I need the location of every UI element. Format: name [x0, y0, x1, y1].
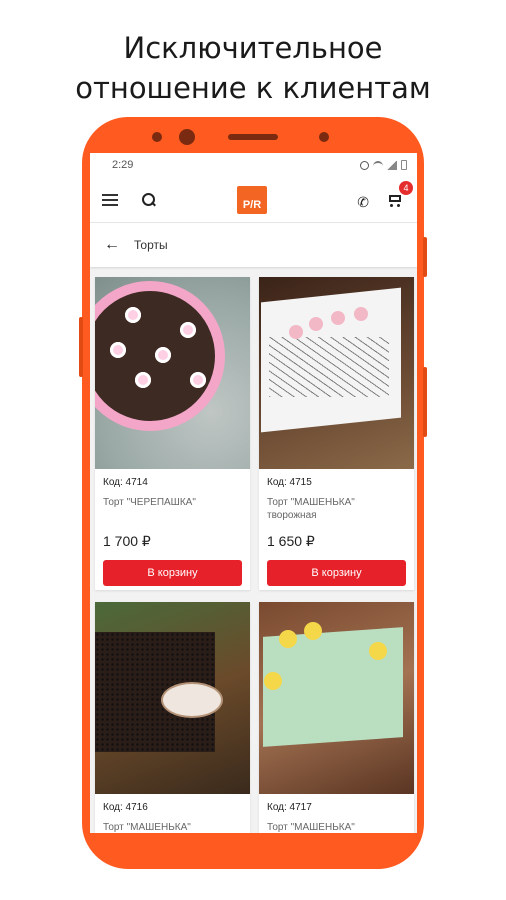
alarm-icon [360, 160, 369, 170]
phone-top-bezel [82, 117, 424, 157]
phone-side-button-right [423, 367, 427, 437]
product-card[interactable]: Код: 4715 Торт "МАШЕНЬКА" творожная 1 65… [259, 277, 414, 590]
phone-side-button-right-top [423, 237, 427, 277]
product-code: Код: 4714 [103, 477, 148, 488]
product-card[interactable]: Код: 4716 Торт "МАШЕНЬКА" [95, 602, 250, 833]
wifi-icon [373, 161, 383, 169]
signal-icon [387, 160, 397, 170]
app-screen: 2:29 P/R ✆ 4 ← Торты Код: 4714 Торт "ЧЕР… [90, 153, 417, 833]
product-name[interactable]: Торт "МАШЕНЬКА" творожная [267, 496, 407, 522]
front-camera [179, 129, 195, 145]
product-name[interactable]: Торт "МАШЕНЬКА" [267, 821, 407, 833]
add-to-cart-button[interactable]: В корзину [267, 560, 406, 586]
phone-icon[interactable]: ✆ [357, 194, 369, 211]
promo-line-2: отношение к клиентам [75, 71, 431, 105]
product-grid: Код: 4714 Торт "ЧЕРЕПАШКА" 1 700 ₽ В кор… [95, 277, 414, 833]
product-code: Код: 4715 [267, 477, 312, 488]
category-title: Торты [134, 238, 168, 252]
sensor-dot [152, 132, 162, 142]
add-to-cart-button[interactable]: В корзину [103, 560, 242, 586]
brand-logo[interactable]: P/R [237, 186, 267, 214]
menu-icon[interactable] [102, 193, 118, 206]
product-code: Код: 4717 [267, 802, 312, 813]
cart-icon[interactable] [387, 192, 403, 207]
breadcrumb: ← Торты [90, 223, 417, 267]
arrow-left-icon[interactable]: ← [104, 236, 120, 254]
product-image[interactable] [259, 602, 414, 794]
product-image[interactable] [95, 602, 250, 794]
product-code: Код: 4716 [103, 802, 148, 813]
product-name[interactable]: Торт "ЧЕРЕПАШКА" [103, 496, 243, 509]
product-image[interactable] [95, 277, 250, 469]
product-image[interactable] [259, 277, 414, 469]
earpiece-speaker [228, 134, 278, 140]
product-price: 1 650 ₽ [267, 533, 315, 549]
status-icons [360, 160, 407, 170]
promo-headline: Исключительное отношение к клиентам [0, 28, 506, 108]
status-time: 2:29 [112, 159, 134, 171]
product-price: 1 700 ₽ [103, 533, 151, 549]
app-bar: P/R ✆ 4 [90, 177, 417, 223]
cart-count-badge: 4 [399, 181, 413, 195]
product-card[interactable]: Код: 4714 Торт "ЧЕРЕПАШКА" 1 700 ₽ В кор… [95, 277, 250, 590]
promo-line-1: Исключительное [123, 31, 383, 65]
sensor-dot-right [319, 132, 329, 142]
battery-icon [401, 160, 407, 170]
phone-side-button-left [79, 317, 83, 377]
status-bar: 2:29 [90, 153, 417, 177]
search-icon[interactable] [142, 193, 155, 206]
product-card[interactable]: Код: 4717 Торт "МАШЕНЬКА" [259, 602, 414, 833]
product-name[interactable]: Торт "МАШЕНЬКА" [103, 821, 243, 833]
